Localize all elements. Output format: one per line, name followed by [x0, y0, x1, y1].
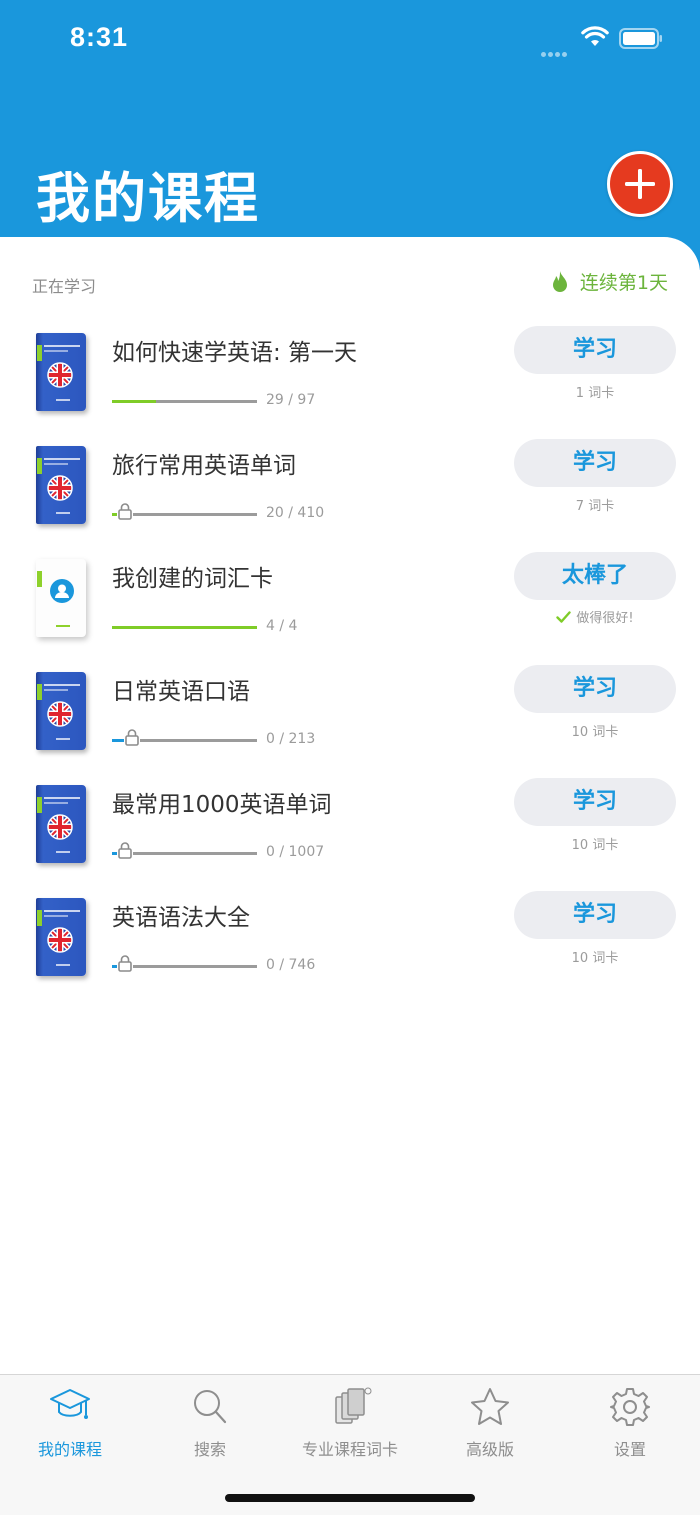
- cards-count: 10 词卡: [571, 951, 619, 966]
- progress-bar: [112, 626, 257, 629]
- flashcards-icon: [335, 1387, 372, 1424]
- check-icon: [556, 610, 572, 623]
- tab-premium[interactable]: 高级版: [420, 1387, 560, 1467]
- tab-label: 搜索: [193, 1440, 226, 1459]
- plus-icon: [625, 169, 655, 199]
- tab-bar: 我的课程 搜索 专业课程词卡 高级版 设置: [0, 1374, 700, 1515]
- progress-bar: [112, 400, 257, 403]
- status-time: 8:31: [70, 22, 129, 52]
- study-button[interactable]: 学习: [514, 439, 676, 487]
- progress-bar: [112, 841, 257, 859]
- course-cover: [36, 672, 86, 750]
- cards-count: 7 词卡: [575, 499, 615, 514]
- course-row[interactable]: 我创建的词汇卡 4 / 4 太棒了 做得很好!: [0, 551, 700, 664]
- progress-count: 29 / 97: [266, 392, 316, 408]
- progress-bar: [112, 728, 257, 746]
- tab-label: 设置: [613, 1440, 646, 1459]
- course-title: 如何快速学英语: 第一天: [112, 340, 358, 366]
- tab-label: 我的课程: [37, 1440, 102, 1459]
- graduation-cap-icon: [50, 1389, 90, 1419]
- lock-icon: [117, 502, 133, 520]
- uk-flag-icon: [47, 927, 73, 953]
- progress-fill: [112, 400, 156, 403]
- progress-fill: [112, 626, 257, 629]
- well-done-text: 做得很好!: [576, 611, 634, 626]
- flame-icon: [552, 270, 567, 292]
- lock-icon: [117, 841, 133, 859]
- uk-flag-icon: [47, 701, 73, 727]
- tab-settings[interactable]: 设置: [560, 1387, 700, 1467]
- course-title: 日常英语口语: [112, 679, 250, 705]
- course-title: 最常用1000英语单词: [112, 792, 332, 818]
- course-row[interactable]: 英语语法大全 0 / 746 学习 10 词卡: [0, 890, 700, 1003]
- course-title: 英语语法大全: [112, 905, 250, 931]
- progress-bar: [112, 954, 257, 972]
- tab-label: 专业课程词卡: [301, 1440, 398, 1459]
- course-cover: [36, 446, 86, 524]
- course-title: 我创建的词汇卡: [112, 566, 273, 592]
- user-avatar-icon: [50, 579, 74, 603]
- course-cover: [36, 559, 86, 637]
- course-cover: [36, 898, 86, 976]
- section-label: 正在学习: [32, 277, 97, 296]
- cards-count: 10 词卡: [571, 838, 619, 853]
- progress-count: 0 / 1007: [266, 844, 325, 860]
- progress-count: 0 / 746: [266, 957, 316, 973]
- uk-flag-icon: [47, 362, 73, 388]
- course-row[interactable]: 旅行常用英语单词 20 / 410 学习 7 词卡: [0, 438, 700, 551]
- course-row[interactable]: 日常英语口语 0 / 213 学习 10 词卡: [0, 664, 700, 777]
- study-button[interactable]: 学习: [514, 665, 676, 713]
- course-cover: [36, 785, 86, 863]
- progress-bar: [112, 502, 257, 520]
- great-button[interactable]: 太棒了: [514, 552, 676, 600]
- study-button[interactable]: 学习: [514, 891, 676, 939]
- streak-indicator: 连续第1天: [550, 268, 668, 295]
- uk-flag-icon: [47, 814, 73, 840]
- course-list-panel: 正在学习 连续第1天 如何快速学英语: 第一天 29 / 97 学习 1 词卡 …: [0, 237, 700, 1374]
- cards-count: 10 词卡: [571, 725, 619, 740]
- lock-icon: [124, 728, 140, 746]
- gear-icon: [610, 1388, 650, 1426]
- add-course-button[interactable]: [607, 151, 673, 217]
- search-icon: [194, 1390, 227, 1424]
- course-title: 旅行常用英语单词: [112, 453, 296, 479]
- star-icon: [471, 1388, 509, 1425]
- progress-fill: [112, 739, 124, 742]
- home-indicator[interactable]: [225, 1494, 475, 1502]
- tab-pro-flashcards[interactable]: 专业课程词卡: [280, 1387, 420, 1467]
- streak-text: 连续第1天: [579, 272, 668, 294]
- cellular-signal-icon: [541, 42, 573, 57]
- header: 8:31 我的课程: [0, 0, 700, 270]
- tab-search[interactable]: 搜索: [140, 1387, 280, 1467]
- course-row[interactable]: 如何快速学英语: 第一天 29 / 97 学习 1 词卡: [0, 325, 700, 438]
- battery-icon: [619, 28, 662, 49]
- study-button[interactable]: 学习: [514, 778, 676, 826]
- wifi-icon: [581, 26, 609, 46]
- course-row[interactable]: 最常用1000英语单词 0 / 1007 学习 10 词卡: [0, 777, 700, 890]
- progress-count: 0 / 213: [266, 731, 316, 747]
- lock-icon: [117, 954, 133, 972]
- progress-count: 4 / 4: [266, 618, 298, 634]
- well-done-message: 做得很好!: [514, 607, 676, 626]
- tab-my-courses[interactable]: 我的课程: [0, 1387, 140, 1467]
- study-button[interactable]: 学习: [514, 326, 676, 374]
- progress-count: 20 / 410: [266, 505, 325, 521]
- tab-label: 高级版: [465, 1440, 514, 1459]
- uk-flag-icon: [47, 475, 73, 501]
- cards-count: 1 词卡: [575, 386, 615, 401]
- course-cover: [36, 333, 86, 411]
- page-title: 我的课程: [36, 167, 260, 230]
